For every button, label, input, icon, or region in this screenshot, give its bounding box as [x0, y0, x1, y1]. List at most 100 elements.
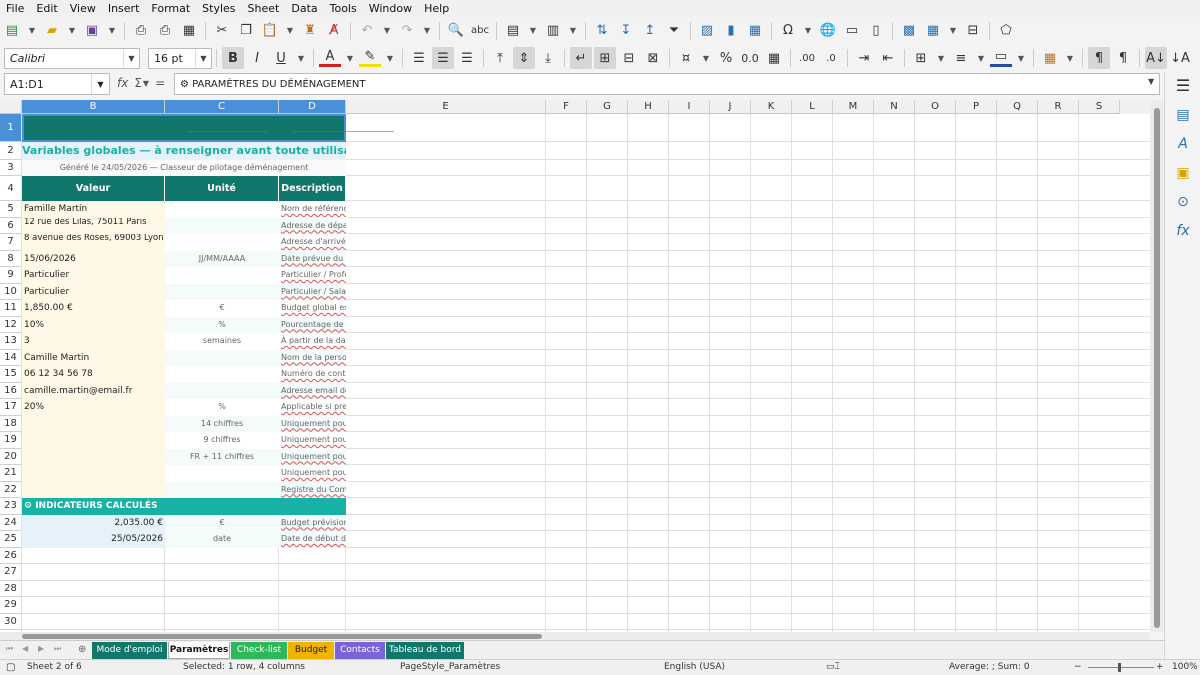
autofilter-icon[interactable]: ⏷ — [663, 20, 685, 42]
row-header-30[interactable]: 30 — [0, 613, 22, 630]
param-value[interactable]: 06 12 34 56 78 — [22, 366, 165, 383]
row-header-27[interactable]: 27 — [0, 564, 22, 581]
menu-window[interactable]: Window — [369, 2, 412, 15]
param-value[interactable] — [22, 415, 165, 432]
language[interactable]: English (USA) — [664, 662, 725, 672]
zoom-slider[interactable] — [1088, 667, 1154, 668]
param-value[interactable]: 15/06/2026 — [22, 250, 165, 267]
param-value[interactable] — [22, 432, 165, 449]
decrease-indent-icon[interactable]: ⇤ — [877, 47, 899, 69]
sheet-position[interactable]: Sheet 2 of 6 — [27, 662, 82, 672]
insert-image-icon[interactable]: ▨ — [696, 20, 718, 42]
left-to-right-icon[interactable]: ¶ — [1088, 47, 1110, 69]
menu-data[interactable]: Data — [291, 2, 317, 15]
zoom-slider-thumb[interactable] — [1118, 663, 1121, 672]
row-header-28[interactable]: 28 — [0, 580, 22, 597]
delete-decimal-icon[interactable]: .0 — [820, 47, 842, 69]
row-header-16[interactable]: 16 — [0, 382, 22, 399]
corner-select-all[interactable] — [0, 100, 22, 114]
param-value[interactable]: 10% — [22, 316, 165, 333]
table-header-3[interactable]: Description — [279, 176, 346, 201]
name-box[interactable]: A1:D1 ▼ — [4, 73, 110, 95]
column-header-o[interactable]: O — [915, 100, 956, 114]
first-sheet-icon[interactable]: ⏮ — [6, 644, 13, 654]
borders-dropdown-icon[interactable]: ▼ — [934, 47, 948, 69]
bold-icon[interactable]: B — [222, 47, 244, 69]
gallery-icon[interactable]: ▣ — [1165, 158, 1200, 187]
italic-icon[interactable]: I — [246, 47, 268, 69]
copy-icon[interactable]: ❐ — [235, 20, 257, 42]
param-value[interactable]: 8 avenue des Roses, 69003 Lyon — [22, 234, 165, 251]
comment-icon[interactable]: ▭ — [841, 20, 863, 42]
align-right-icon[interactable]: ☰ — [456, 47, 478, 69]
sheet-tab-mode-d-emploi[interactable]: Mode d'emploi — [92, 642, 167, 659]
highlight-color-icon[interactable]: ✎ — [359, 49, 381, 67]
new-document-icon[interactable]: ▤ — [1, 20, 23, 42]
row-header-26[interactable]: 26 — [0, 547, 22, 564]
menu-help[interactable]: Help — [424, 2, 449, 15]
special-character-dropdown-icon[interactable]: ▼ — [801, 20, 815, 42]
paste-icon[interactable]: 📋 — [259, 20, 281, 42]
param-value[interactable]: 20% — [22, 399, 165, 416]
freeze-dropdown-icon[interactable]: ▼ — [946, 20, 960, 42]
date-format-icon[interactable]: ▦ — [763, 47, 785, 69]
merge-cells-icon[interactable]: ⊟ — [618, 47, 640, 69]
zoom-out-icon[interactable]: − — [1074, 662, 1082, 672]
font-name-combo[interactable]: Calibri ▼ — [4, 47, 140, 69]
split-window-icon[interactable]: ⊟ — [962, 20, 984, 42]
currency-dropdown-icon[interactable]: ▼ — [699, 47, 713, 69]
menu-file[interactable]: File — [6, 2, 24, 15]
param-value[interactable] — [22, 481, 165, 498]
column-header-c[interactable]: C — [165, 100, 279, 114]
column-header-m[interactable]: M — [833, 100, 874, 114]
menu-tools[interactable]: Tools — [330, 2, 357, 15]
find-replace-icon[interactable]: 🔍 — [445, 20, 467, 42]
column-icon[interactable]: ▥ — [542, 20, 564, 42]
param-value[interactable]: Camille Martin — [22, 349, 165, 366]
print-icon[interactable]: ⎙ — [154, 20, 176, 42]
insert-chart-icon[interactable]: ▮ — [720, 20, 742, 42]
sheet-tab-budget[interactable]: Budget — [288, 642, 334, 659]
functions-icon[interactable]: fx — [1165, 216, 1200, 245]
param-value[interactable] — [22, 465, 165, 482]
align-left-icon[interactable]: ☰ — [408, 47, 430, 69]
spreadsheet-grid[interactable]: ABCDEFGHIJKLMNOPQRS 12345678910111213141… — [0, 100, 1150, 632]
row-header-19[interactable]: 19 — [0, 432, 22, 449]
right-to-left-icon[interactable]: ¶ — [1112, 47, 1134, 69]
row-header-14[interactable]: 14 — [0, 349, 22, 366]
save-icon[interactable]: ▣ — [81, 20, 103, 42]
column-header-f[interactable]: F — [546, 100, 587, 114]
previous-sheet-icon[interactable]: ◀ — [22, 644, 28, 653]
row-header-5[interactable]: 5 — [0, 201, 22, 218]
font-color-dropdown-icon[interactable]: ▼ — [343, 47, 357, 69]
column-header-n[interactable]: N — [874, 100, 915, 114]
menu-view[interactable]: View — [70, 2, 96, 15]
percent-format-icon[interactable]: % — [715, 47, 737, 69]
column-header-s[interactable]: S — [1079, 100, 1120, 114]
save-dropdown-icon[interactable]: ▼ — [105, 20, 119, 42]
column-header-i[interactable]: I — [669, 100, 710, 114]
sort-descending-icon[interactable]: ↥ — [639, 20, 661, 42]
column-header-j[interactable]: J — [710, 100, 751, 114]
special-character-icon[interactable]: Ω — [777, 20, 799, 42]
cut-icon[interactable]: ✂ — [211, 20, 233, 42]
sheet-tab-tableau-de-bord[interactable]: Tableau de bord — [386, 642, 464, 659]
export-pdf-icon[interactable]: ⎙ — [130, 20, 152, 42]
name-box-dropdown-icon[interactable]: ▼ — [91, 74, 109, 94]
row-header-9[interactable]: 9 — [0, 267, 22, 284]
row-header-6[interactable]: 6 — [0, 217, 22, 234]
define-print-area-icon[interactable]: ▩ — [898, 20, 920, 42]
row-dropdown-icon[interactable]: ▼ — [526, 20, 540, 42]
currency-format-icon[interactable]: ¤ — [675, 47, 697, 69]
clear-formatting-icon[interactable]: A̸ — [323, 20, 345, 42]
column-header-d[interactable]: D — [279, 100, 346, 114]
sort-ascending-icon[interactable]: ↧ — [615, 20, 637, 42]
text-direction-ttb-icon[interactable]: ↓A — [1169, 47, 1191, 69]
row-header-17[interactable]: 17 — [0, 399, 22, 416]
last-sheet-icon[interactable]: ⏭ — [54, 644, 61, 654]
font-size-dropdown-icon[interactable]: ▼ — [195, 48, 211, 68]
row-header-23[interactable]: 23 — [0, 498, 22, 515]
row-header-22[interactable]: 22 — [0, 481, 22, 498]
border-color-icon[interactable]: ▭ — [990, 49, 1012, 67]
hyperlink-icon[interactable]: 🌐 — [817, 20, 839, 42]
